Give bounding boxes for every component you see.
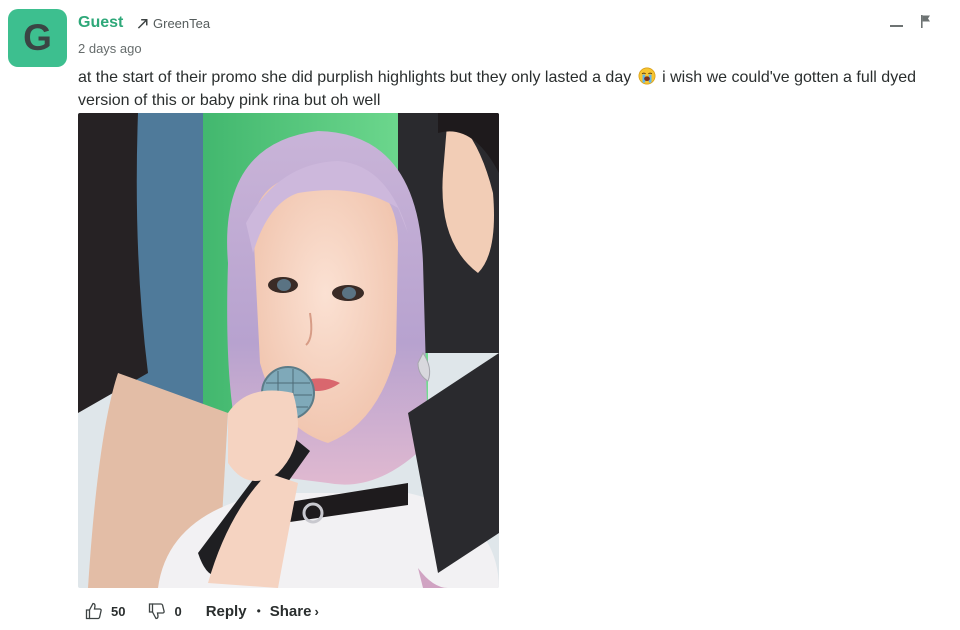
share-label: Share [269,602,312,620]
comment-image[interactable] [78,113,499,588]
timestamp[interactable]: 2 days ago [78,41,142,56]
flag-icon [921,15,930,28]
reply-arrow-icon [137,19,148,29]
photo-illustration [78,113,499,588]
comment-footer: 50 0 Reply • Share › [84,599,319,623]
comment-body: at the start of their promo she did purp… [78,66,953,112]
flag-button[interactable] [918,13,936,31]
chevron-right-icon: › [314,603,319,619]
reply-to-name: GreenTea [153,16,211,31]
upvote-button[interactable]: 50 [84,601,125,621]
reply-to-link[interactable]: GreenTea [137,16,210,31]
footer-separator: • [256,604,261,618]
collapse-button[interactable] [886,18,908,32]
avatar[interactable]: G [8,9,67,67]
author-name[interactable]: Guest [78,14,123,32]
avatar-letter: G [23,17,52,58]
loudly-crying-face-icon [638,67,656,85]
thumbs-down-icon [149,603,166,620]
downvote-count: 0 [174,603,182,619]
comment-text-part1: at the start of their promo she did purp… [78,69,632,86]
upvote-count: 50 [111,603,126,619]
downvote-button[interactable]: 0 [147,601,182,621]
reply-button[interactable]: Reply [206,603,247,620]
share-button[interactable]: Share › [270,603,319,620]
thumbs-up-icon [85,602,102,620]
